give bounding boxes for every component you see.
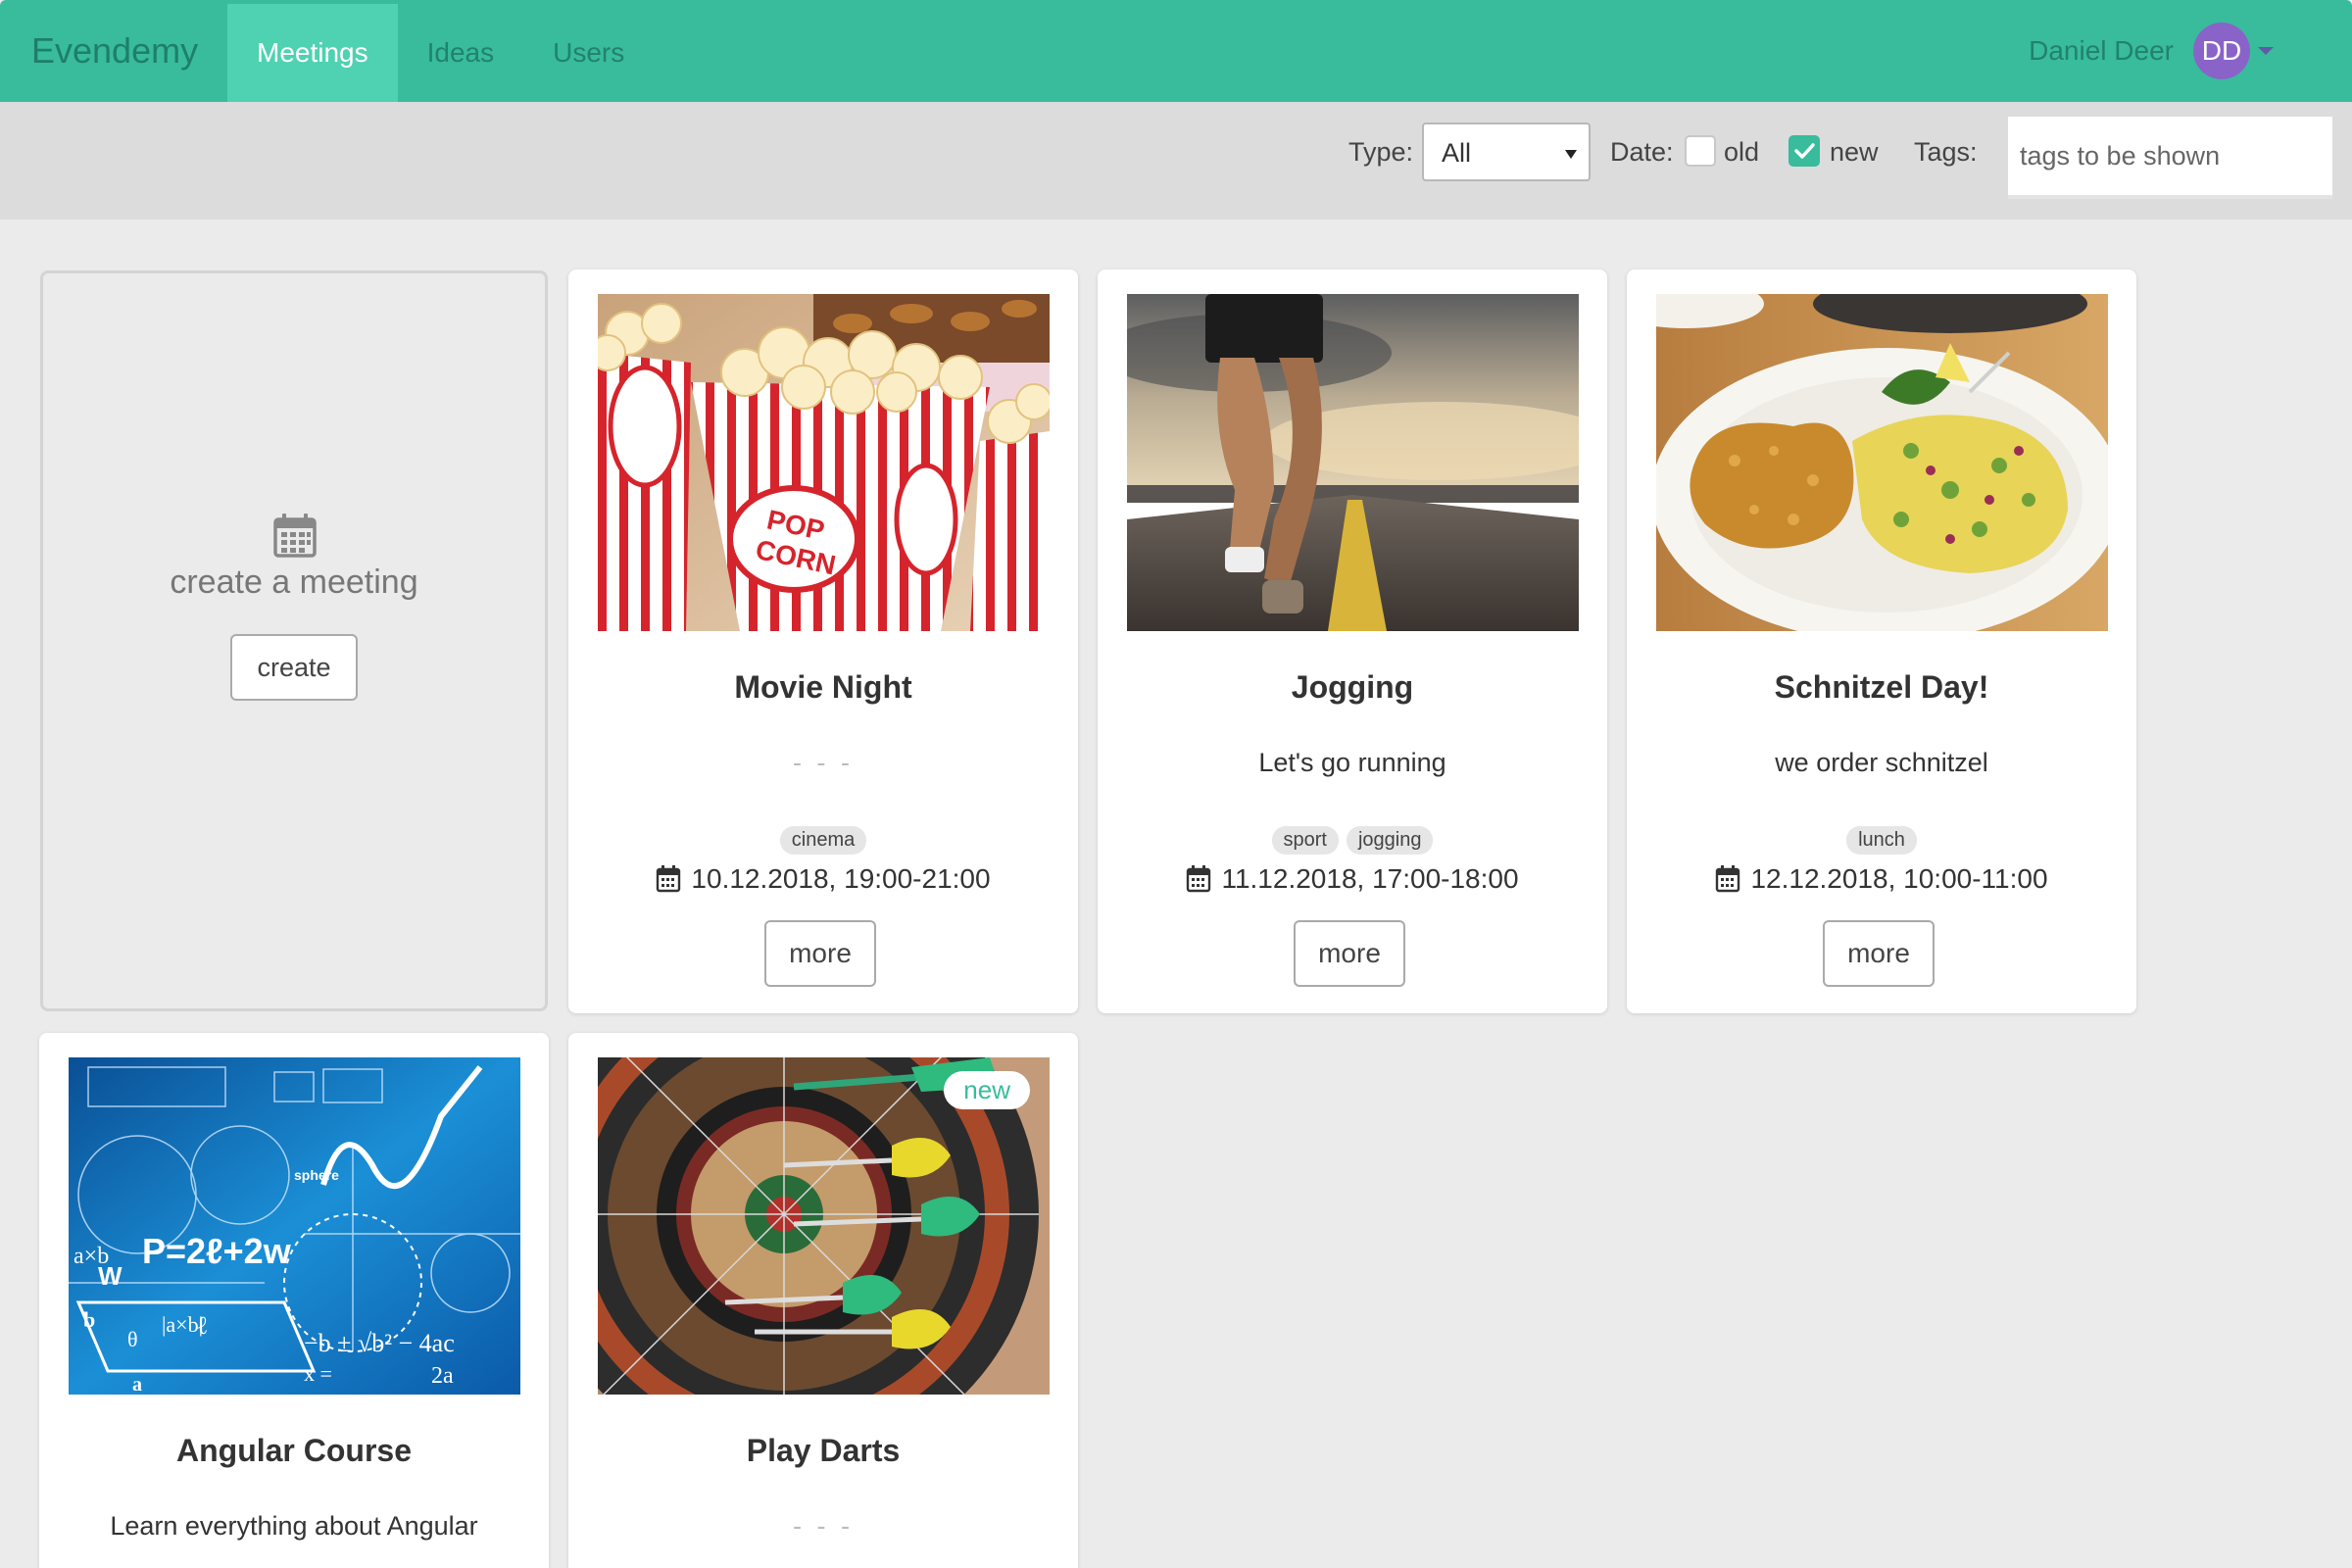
date-old-label[interactable]: old [1724,137,1759,168]
image-text-a-label: a [132,1374,142,1395]
meeting-title: Schnitzel Day! [1774,669,1989,705]
meeting-date-text: 10.12.2018, 19:00-21:00 [691,863,991,894]
user-avatar[interactable]: DD [2193,23,2250,79]
meeting-date: 11.12.2018, 17:00-18:00 [1098,863,1607,895]
calendar-icon [1716,865,1740,893]
image-text-sphere: sphere [294,1167,339,1183]
tag-jogging[interactable]: jogging [1346,826,1434,855]
more-button[interactable]: more [1294,920,1405,987]
create-meeting-card: create a meeting create [40,270,548,1011]
calendar-icon [1187,865,1211,893]
meeting-description: - - - [793,1511,854,1541]
image-text-length-label: ℓ [196,1311,208,1340]
meeting-tags: cinema [568,826,1078,855]
image-text-quadratic-formula: −b ± √b² − 4ac [304,1329,455,1357]
nav-tab-ideas[interactable]: Ideas [398,4,524,102]
meeting-tags: sport jogging [1098,826,1607,855]
meeting-date-text: 11.12.2018, 17:00-18:00 [1221,863,1519,894]
meeting-description: - - - [793,748,854,777]
meeting-tags: lunch [1627,826,2136,855]
date-new-checkbox[interactable] [1788,135,1820,167]
caret-down-icon [1565,150,1577,159]
meeting-date: 12.12.2018, 10:00-11:00 [1627,863,2136,895]
image-text-theta: θ [127,1327,138,1351]
tags-input[interactable] [2008,117,2332,199]
image-text-b-label: b [83,1307,95,1332]
brand-logo[interactable]: Evendemy [0,30,227,72]
meeting-card-movie-night[interactable]: POP CORN Movie Night - - - cinema 10.12.… [568,270,1078,1013]
filter-bar: Type: All Date: old new Tags: [0,102,2352,220]
meeting-title: Play Darts [746,1433,901,1468]
user-name[interactable]: Daniel Deer [2029,35,2174,67]
tags-label: Tags: [1914,137,1978,167]
meeting-image-popcorn: POP CORN [598,294,1050,631]
meeting-description: we order schnitzel [1775,748,1988,777]
tag-lunch[interactable]: lunch [1846,826,1917,855]
meeting-card-jogging[interactable]: Jogging Let's go running sport jogging 1… [1098,270,1607,1013]
nav-tab-meetings[interactable]: Meetings [227,4,398,102]
calendar-icon [657,865,681,893]
checkmark-icon [1794,143,1815,159]
meeting-card-play-darts[interactable]: new Play Darts - - - [568,1033,1078,1568]
caret-down-icon[interactable] [2258,47,2274,55]
meeting-image-darts: new [598,1057,1050,1395]
tag-sport[interactable]: sport [1271,826,1339,855]
create-meeting-text: create a meeting [170,564,418,601]
meeting-image-schnitzel [1656,294,2108,631]
type-select-value: All [1442,138,1472,168]
top-navbar: Evendemy Meetings Ideas Users Daniel Dee… [0,0,2352,102]
meeting-image-runner [1127,294,1579,631]
meeting-title: Jogging [1291,669,1414,705]
type-select[interactable]: All [1422,122,1591,181]
more-button[interactable]: more [764,920,876,987]
meeting-card-schnitzel-day[interactable]: Schnitzel Day! we order schnitzel lunch … [1627,270,2136,1013]
meeting-title: Angular Course [175,1433,413,1468]
calendar-icon [273,514,317,558]
meeting-description: Let's go running [1258,748,1446,777]
meeting-title: Movie Night [734,669,912,705]
nav-tab-users[interactable]: Users [523,4,654,102]
new-badge: new [944,1071,1030,1109]
more-button[interactable]: more [1823,920,1935,987]
meeting-date-text: 12.12.2018, 10:00-11:00 [1750,863,2048,894]
image-text-denominator: 2a [431,1363,454,1389]
date-old-checkbox[interactable] [1685,135,1716,167]
user-menu[interactable]: Daniel Deer DD [2029,0,2274,102]
image-text-x-equals: x = [304,1361,332,1386]
image-text-perimeter-formula: P=2ℓ+2w [142,1231,292,1271]
meeting-description: Learn everything about Angular [110,1511,478,1541]
meeting-card-angular-course[interactable]: P=2ℓ+2w a×b |a×b| −b ± √b² − 4ac 2a θ x … [39,1033,549,1568]
meeting-date: 10.12.2018, 19:00-21:00 [568,863,1078,895]
meeting-image-math: P=2ℓ+2w a×b |a×b| −b ± √b² − 4ac 2a θ x … [69,1057,520,1395]
image-text-width-label: W [98,1261,122,1291]
type-label: Type: [1348,137,1414,167]
date-new-label[interactable]: new [1830,137,1879,168]
date-label: Date: [1610,137,1674,167]
tag-cinema[interactable]: cinema [779,826,867,855]
create-button[interactable]: create [230,634,358,701]
